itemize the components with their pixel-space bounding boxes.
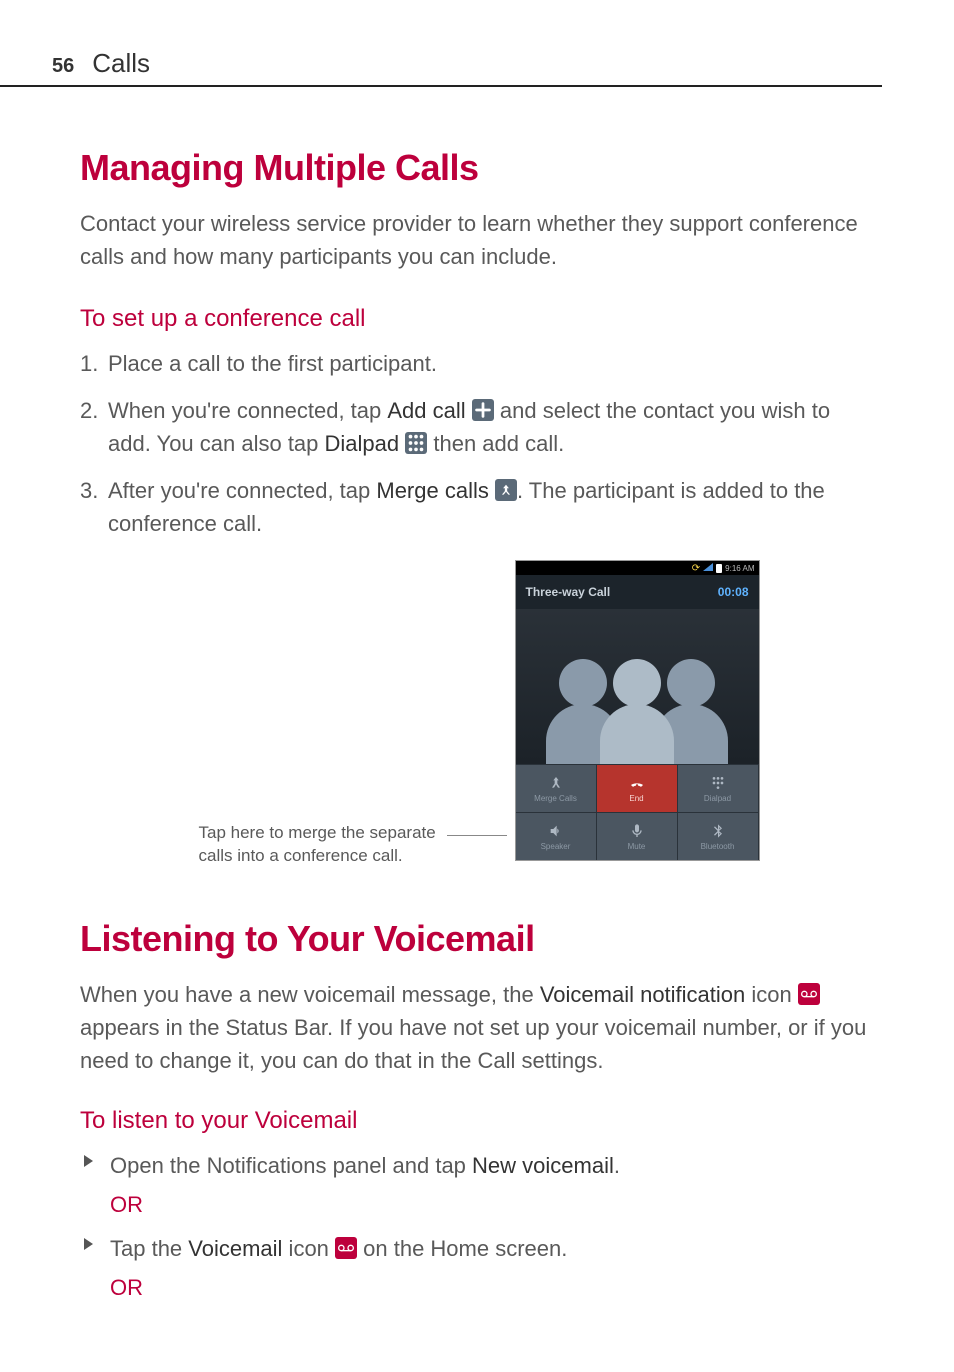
page-header: 56 Calls (0, 0, 882, 87)
callout-line (447, 835, 507, 836)
add-call-icon (472, 399, 494, 421)
merge-calls-button[interactable]: Merge Calls (516, 764, 597, 812)
heading-managing-calls: Managing Multiple Calls (80, 147, 878, 189)
mute-icon (629, 822, 645, 840)
bullet-arrow-icon (84, 1238, 93, 1250)
battery-icon (716, 564, 722, 573)
vm-step-1: Open the Notifications panel and tap New… (110, 1149, 878, 1182)
heading-voicemail: Listening to Your Voicemail (80, 918, 878, 960)
status-bar: ⟳ 9:16 AM (516, 561, 759, 575)
status-time: 9:16 AM (725, 564, 754, 573)
step-3: After you're connected, tap Merge calls … (80, 474, 878, 540)
bluetooth-icon (710, 822, 726, 840)
merge-icon (548, 774, 564, 792)
vm-step-2: Tap the Voicemail icon on the Home scree… (110, 1232, 878, 1265)
voicemail-paragraph: When you have a new voicemail message, t… (80, 978, 878, 1077)
phone-screenshot: ⟳ 9:16 AM Three-way Call 00:08 Merge Cal… (515, 560, 760, 861)
speaker-icon (548, 822, 564, 840)
end-call-button[interactable]: End (597, 764, 678, 812)
mute-button[interactable]: Mute (597, 812, 678, 860)
voicemail-app-icon (335, 1237, 357, 1259)
dialpad-button[interactable]: Dialpad (678, 764, 759, 812)
speaker-button[interactable]: Speaker (516, 812, 597, 860)
call-timer: 00:08 (718, 585, 749, 599)
or-separator: OR (110, 1275, 878, 1301)
bluetooth-button[interactable]: Bluetooth (678, 812, 759, 860)
avatar-icon (598, 649, 676, 764)
section-title: Calls (92, 48, 150, 79)
dialpad-icon (710, 774, 726, 792)
merge-calls-icon (495, 479, 517, 501)
dialpad-icon (405, 432, 427, 454)
step-2: When you're connected, tap Add call and … (80, 394, 878, 460)
intro-paragraph: Contact your wireless service provider t… (80, 207, 878, 273)
steps-list: Place a call to the first participant. W… (80, 347, 878, 540)
call-button-grid: Merge Calls End Dialpad Speaker Mute (516, 764, 759, 860)
call-title-bar: Three-way Call 00:08 (516, 575, 759, 609)
figure: Tap here to merge the separate calls int… (80, 560, 878, 868)
avatar-area (516, 609, 759, 764)
or-separator: OR (110, 1192, 878, 1218)
sync-icon: ⟳ (692, 563, 700, 574)
subheading-listen-voicemail: To listen to your Voicemail (80, 1107, 878, 1135)
bullet-arrow-icon (84, 1155, 93, 1167)
step-1: Place a call to the first participant. (80, 347, 878, 380)
voicemail-notification-icon (798, 983, 820, 1005)
page-number: 56 (52, 55, 74, 78)
callout-text: Tap here to merge the separate calls int… (199, 560, 439, 868)
subheading-conference: To set up a conference call (80, 305, 878, 333)
signal-icon (703, 563, 713, 573)
end-call-icon (629, 774, 645, 792)
voicemail-steps-2: Tap the Voicemail icon on the Home scree… (80, 1232, 878, 1265)
voicemail-steps: Open the Notifications panel and tap New… (80, 1149, 878, 1182)
call-title-text: Three-way Call (526, 585, 611, 599)
